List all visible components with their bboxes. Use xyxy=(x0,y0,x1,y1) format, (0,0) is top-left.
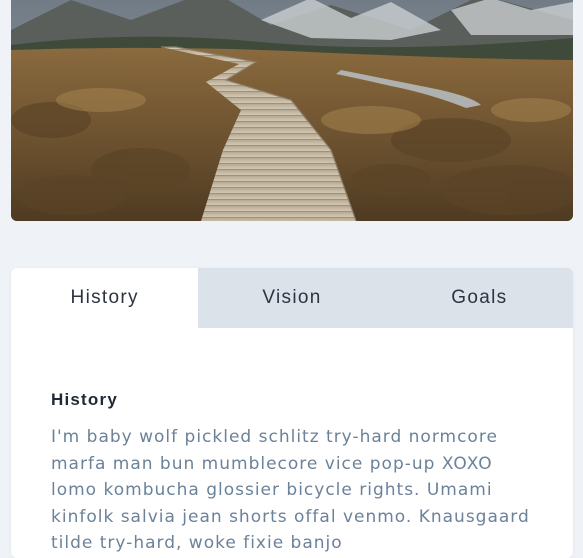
tab-goals[interactable]: Goals xyxy=(386,268,573,328)
tab-panel: History I'm baby wolf pickled schlitz tr… xyxy=(11,328,573,557)
tab-bar: History Vision Goals xyxy=(11,268,573,328)
hero-image xyxy=(11,0,573,221)
panel-body-text: I'm baby wolf pickled schlitz try-hard n… xyxy=(51,427,530,553)
tab-history[interactable]: History xyxy=(11,268,199,328)
panel-title: History xyxy=(51,390,118,409)
tab-vision[interactable]: Vision xyxy=(198,268,385,328)
mountain-boardwalk-photo xyxy=(11,0,573,221)
tabs-card: History Vision Goals History I'm baby wo… xyxy=(11,268,573,558)
